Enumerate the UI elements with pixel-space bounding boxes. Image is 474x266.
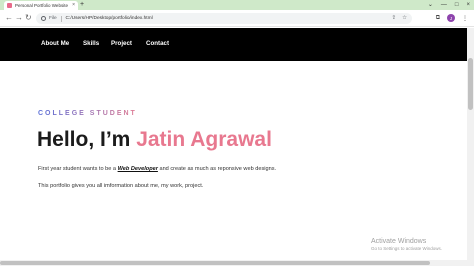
tab-close-icon[interactable]: ×	[72, 3, 75, 8]
share-icon[interactable]: ⇪	[391, 15, 396, 21]
nav-contact[interactable]: Contact	[146, 40, 169, 47]
browser-toolbar: ← → ↻ File C:/Users/HP/Desktop/portfolio…	[0, 10, 474, 27]
activate-title: Activate Windows	[371, 238, 427, 245]
intro-paragraph: First year student wants to be a Web Dev…	[38, 166, 276, 172]
minimize-button[interactable]: —	[441, 1, 447, 9]
intro-after: and create as much as reponsive web desi…	[157, 166, 277, 172]
horizontal-scrollbar[interactable]	[0, 260, 467, 266]
horizontal-scroll-thumb[interactable]	[0, 261, 430, 265]
site-navbar: About Me Skills Project Contact	[0, 28, 467, 61]
reload-button[interactable]: ↻	[25, 13, 32, 23]
toolbar-icons: ⧉ J ⋮	[436, 14, 468, 22]
new-tab-button[interactable]: +	[80, 1, 84, 9]
web-developer-link[interactable]: Web Developer	[118, 166, 158, 172]
bookmark-star-icon[interactable]: ☆	[402, 15, 407, 21]
greeting-text: Hello, I’m	[37, 128, 137, 151]
favicon-icon	[7, 3, 12, 8]
omnibox-actions: ⇪ ☆	[391, 15, 407, 21]
intro-before: First year student wants to be a	[38, 166, 118, 172]
address-bar[interactable]: File C:/Users/HP/Desktop/portfolio/index…	[36, 13, 412, 24]
back-button[interactable]: ←	[5, 13, 13, 23]
tab-search-icon[interactable]: ⌄	[428, 1, 433, 9]
forward-button[interactable]: →	[15, 13, 23, 23]
tab-title: Personal Portfolio Website	[15, 3, 68, 8]
activate-subtitle: Go to Settings to activate Windows.	[371, 246, 443, 251]
nav-project[interactable]: Project	[111, 40, 132, 47]
vertical-scrollbar[interactable]	[467, 28, 474, 266]
activate-windows-watermark: Activate Windows Go to Settings to activ…	[371, 238, 442, 252]
profile-avatar[interactable]: J	[447, 14, 455, 22]
eyebrow-text: COLLEGE STUDENT	[38, 110, 137, 117]
window-controls: ⌄ — □ ×	[428, 1, 470, 9]
extensions-icon[interactable]: ⧉	[436, 15, 440, 22]
hero-name: Jatin Agrawal	[136, 128, 272, 151]
close-window-button[interactable]: ×	[466, 1, 470, 9]
site-info-icon[interactable]	[41, 16, 46, 21]
nav-skills[interactable]: Skills	[83, 40, 99, 47]
menu-kebab-icon[interactable]: ⋮	[462, 15, 468, 22]
browser-tab[interactable]: Personal Portfolio Website ×	[4, 1, 78, 10]
maximize-button[interactable]: □	[455, 1, 459, 9]
hero-headline: Hello, I’m Jatin Agrawal	[37, 128, 272, 152]
browser-tabstrip: Personal Portfolio Website × + ⌄ — □ ×	[0, 0, 474, 10]
address-divider	[60, 15, 62, 22]
scheme-label: File	[49, 16, 57, 21]
vertical-scroll-thumb[interactable]	[468, 58, 473, 110]
nav-about-me[interactable]: About Me	[41, 40, 69, 47]
url-text[interactable]: C:/Users/HP/Desktop/portfolio/index.html	[66, 16, 153, 21]
portfolio-paragraph: This portfolio gives you all imformation…	[38, 183, 204, 189]
